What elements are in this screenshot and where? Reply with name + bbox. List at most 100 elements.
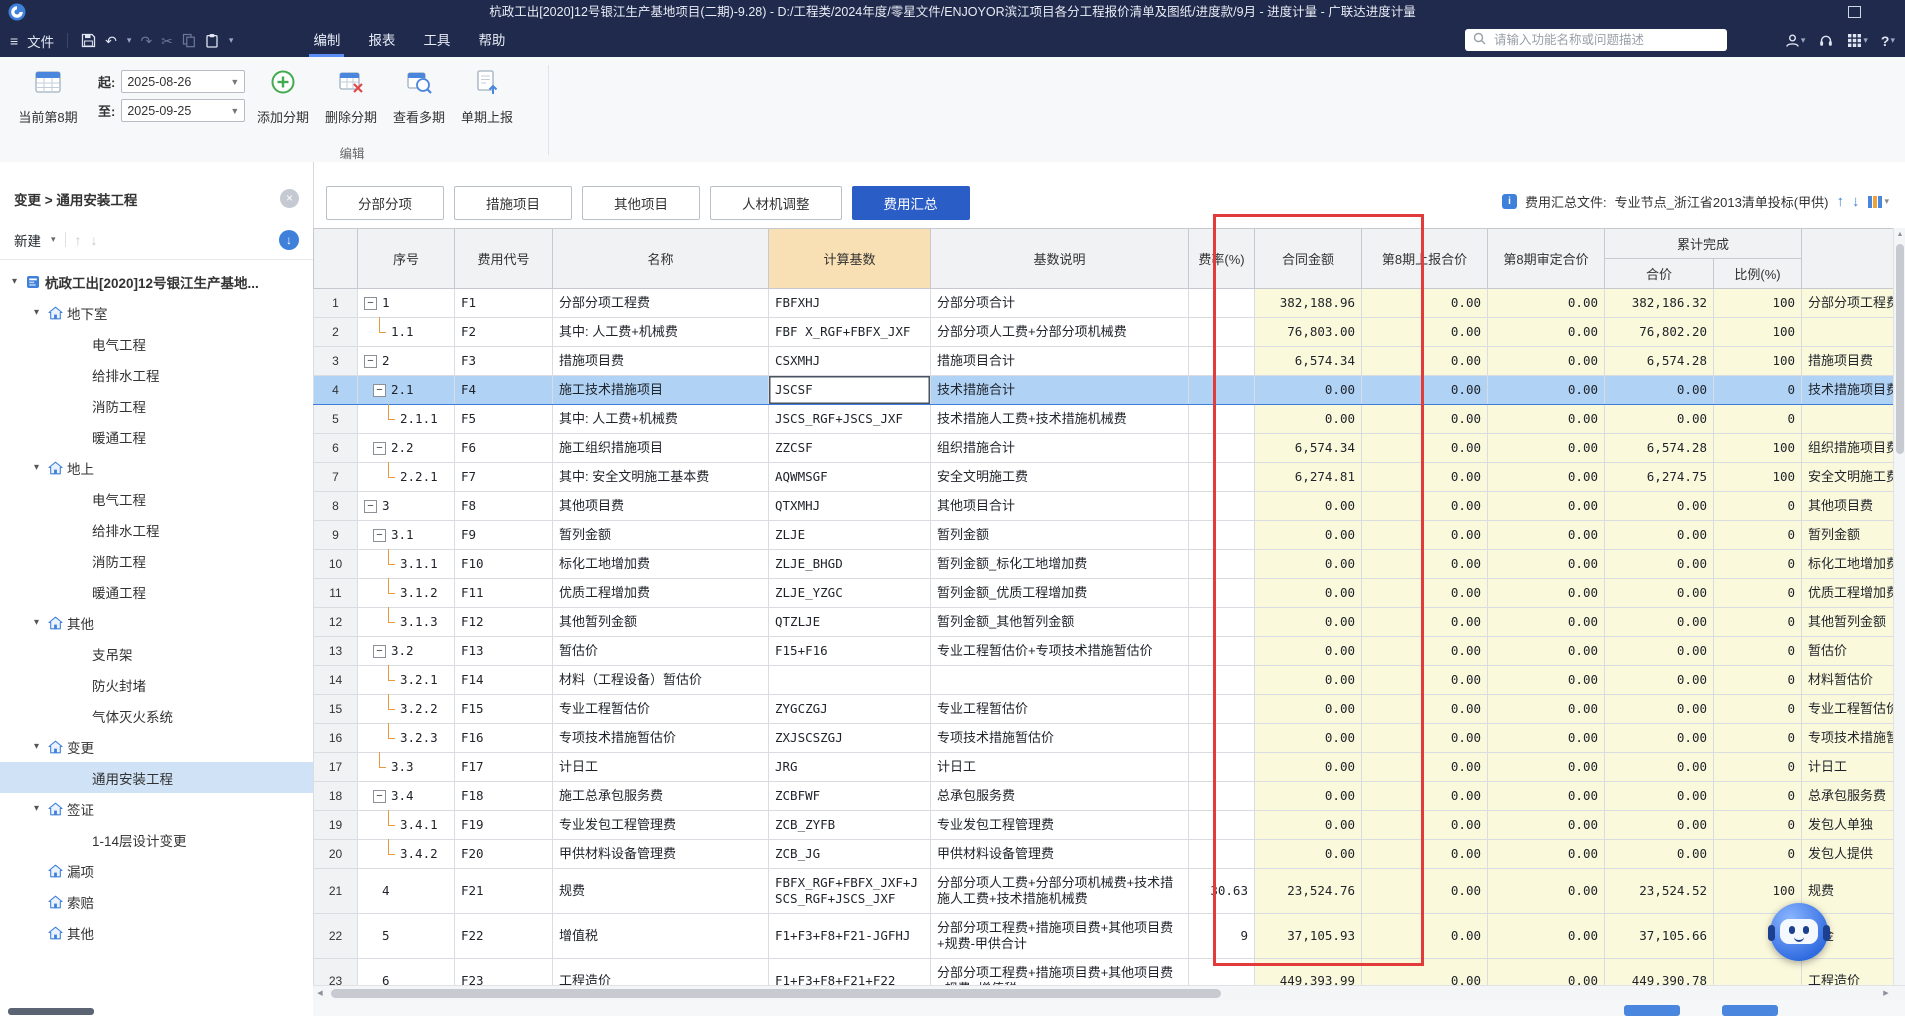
cell-name[interactable]: 措施项目费 — [552, 346, 769, 376]
cell-code[interactable]: F23 — [454, 958, 553, 985]
header-audit[interactable]: 第8期审定合价 — [1487, 228, 1605, 289]
cell-basis-desc[interactable]: 暂列金额_其他暂列金额 — [930, 607, 1189, 637]
cell-seq[interactable]: 3.1.2 — [357, 577, 455, 608]
cell-audit[interactable]: 0.00 — [1487, 520, 1605, 550]
tree-item-消防工程[interactable]: 消防工程 — [0, 545, 313, 576]
header-cum-pct[interactable]: 比例(%) — [1712, 258, 1803, 289]
cell-seq[interactable]: 3.2.2 — [357, 693, 455, 724]
save-icon[interactable] — [81, 33, 96, 48]
cell-category[interactable]: 专项技术措施暂估价 — [1801, 723, 1893, 753]
cell-category[interactable]: 规费 — [1801, 868, 1893, 914]
cell-name[interactable]: 专项技术措施暂估价 — [552, 723, 769, 753]
add-period-button[interactable]: 添加分期 — [252, 69, 314, 126]
cell-seq[interactable]: 2.1.1 — [357, 403, 455, 434]
cell-rate[interactable] — [1188, 520, 1255, 550]
new-button[interactable]: 新建 — [14, 230, 41, 250]
cell-basis-desc[interactable]: 暂列金额_优质工程增加费 — [930, 578, 1189, 608]
cell-rate[interactable] — [1188, 781, 1255, 811]
cell-code[interactable]: F6 — [454, 433, 553, 463]
cell-rate[interactable] — [1188, 694, 1255, 724]
cell-row-number[interactable]: 15 — [313, 694, 358, 724]
collapse-box-icon[interactable]: − — [373, 441, 386, 455]
tree-item-其他[interactable]: 其他 — [0, 917, 313, 948]
cell-rate[interactable] — [1188, 346, 1255, 376]
cell-cum-total[interactable]: 6,274.75 — [1604, 462, 1714, 492]
download-icon[interactable]: ↓ — [279, 229, 299, 250]
cell-basis[interactable]: ZXJSCSZGJ — [768, 723, 931, 753]
cell-name[interactable]: 专业发包工程管理费 — [552, 810, 769, 840]
cell-report[interactable]: 0.00 — [1361, 549, 1488, 579]
cell-report[interactable]: 0.00 — [1361, 433, 1488, 463]
menu-tab-编制[interactable]: 编制 — [299, 24, 354, 57]
tree-item-杭政工出[2020]12号银江生产基地...[interactable]: ▾ 杭政工出[2020]12号银江生产基地... — [0, 266, 313, 297]
menu-tab-帮助[interactable]: 帮助 — [464, 24, 519, 57]
cell-rate[interactable] — [1188, 433, 1255, 463]
cell-cum-pct[interactable]: 0 — [1712, 839, 1803, 869]
cell-cum-total[interactable]: 0.00 — [1604, 723, 1714, 753]
search-input[interactable] — [1492, 32, 1719, 48]
cell-basis-desc[interactable]: 总承包服务费 — [930, 781, 1189, 811]
cell-report[interactable]: 0.00 — [1361, 636, 1488, 666]
cell-row-number[interactable]: 2 — [313, 317, 358, 347]
cell-code[interactable]: F12 — [454, 607, 553, 637]
cell-report[interactable]: 0.00 — [1361, 288, 1488, 318]
cell-row-number[interactable]: 6 — [313, 433, 358, 463]
cell-code[interactable]: F11 — [454, 578, 553, 608]
cell-contract[interactable]: 382,188.96 — [1254, 288, 1362, 318]
cell-code[interactable]: F5 — [454, 404, 553, 434]
cell-audit[interactable]: 0.00 — [1487, 723, 1605, 753]
redo-icon[interactable]: ↷ — [140, 34, 152, 48]
cell-category[interactable]: 总承包服务费 — [1801, 781, 1893, 811]
cell-category[interactable]: 措施项目费 — [1801, 346, 1893, 376]
cell-contract[interactable]: 0.00 — [1254, 781, 1362, 811]
tab-分部分项[interactable]: 分部分项 — [326, 186, 444, 220]
cell-contract[interactable]: 0.00 — [1254, 839, 1362, 869]
cell-code[interactable]: F9 — [454, 520, 553, 550]
cell-name[interactable]: 其中: 人工费+机械费 — [552, 404, 769, 434]
cell-contract[interactable]: 6,574.34 — [1254, 346, 1362, 376]
header-seq[interactable]: 序号 — [357, 228, 455, 289]
cell-basis-desc[interactable]: 技术措施合计 — [930, 375, 1189, 405]
report-period-button[interactable]: 单期上报 — [456, 69, 518, 126]
cell-report[interactable]: 0.00 — [1361, 491, 1488, 521]
cell-basis[interactable]: FBFXHJ — [768, 288, 931, 318]
cell-code[interactable]: F1 — [454, 288, 553, 318]
cell-basis[interactable]: FBF X_RGF+FBFX_JXF — [768, 317, 931, 347]
undo-icon[interactable]: ↶ — [105, 34, 117, 48]
cell-cum-pct[interactable]: 100 — [1712, 317, 1803, 347]
cell-row-number[interactable]: 17 — [313, 752, 358, 782]
cell-seq[interactable]: −2.2 — [357, 433, 455, 463]
cell-contract[interactable]: 0.00 — [1254, 694, 1362, 724]
cell-audit[interactable]: 0.00 — [1487, 317, 1605, 347]
cell-report[interactable]: 0.00 — [1361, 810, 1488, 840]
cell-audit[interactable]: 0.00 — [1487, 288, 1605, 318]
cell-row-number[interactable]: 21 — [313, 868, 358, 914]
cell-cum-pct[interactable]: 100 — [1712, 433, 1803, 463]
cell-cum-pct[interactable]: 0 — [1712, 491, 1803, 521]
expand-arrow-icon[interactable]: ▾ — [34, 741, 48, 752]
cell-audit[interactable]: 0.00 — [1487, 636, 1605, 666]
cell-cum-total[interactable]: 0.00 — [1604, 549, 1714, 579]
current-period-button[interactable]: 当前第8期 — [4, 69, 92, 126]
cell-contract[interactable]: 23,524.76 — [1254, 868, 1362, 914]
cell-code[interactable]: F14 — [454, 665, 553, 695]
cell-seq[interactable]: −3.1 — [357, 520, 455, 550]
file-menu[interactable]: 文件 — [27, 31, 54, 51]
cell-seq[interactable]: 6 — [357, 958, 455, 985]
tab-措施项目[interactable]: 措施项目 — [454, 186, 572, 220]
cell-seq[interactable]: 5 — [357, 913, 455, 959]
cell-cum-total[interactable]: 0.00 — [1604, 520, 1714, 550]
cell-code[interactable]: F17 — [454, 752, 553, 782]
cell-audit[interactable]: 0.00 — [1487, 607, 1605, 637]
cell-contract[interactable]: 0.00 — [1254, 810, 1362, 840]
cell-seq[interactable]: 3.4.2 — [357, 838, 455, 869]
cell-code[interactable]: F8 — [454, 491, 553, 521]
cell-basis[interactable]: JSCSF — [768, 375, 931, 405]
scrollbar-thumb[interactable] — [331, 989, 1221, 998]
cell-rate[interactable] — [1188, 607, 1255, 637]
move-up-icon[interactable]: ↑ — [75, 232, 82, 248]
support-headset-icon[interactable] — [1818, 33, 1834, 48]
cell-audit[interactable]: 0.00 — [1487, 913, 1605, 959]
cell-seq[interactable]: −3.4 — [357, 781, 455, 811]
collapse-panel-icon[interactable]: × — [280, 189, 299, 208]
